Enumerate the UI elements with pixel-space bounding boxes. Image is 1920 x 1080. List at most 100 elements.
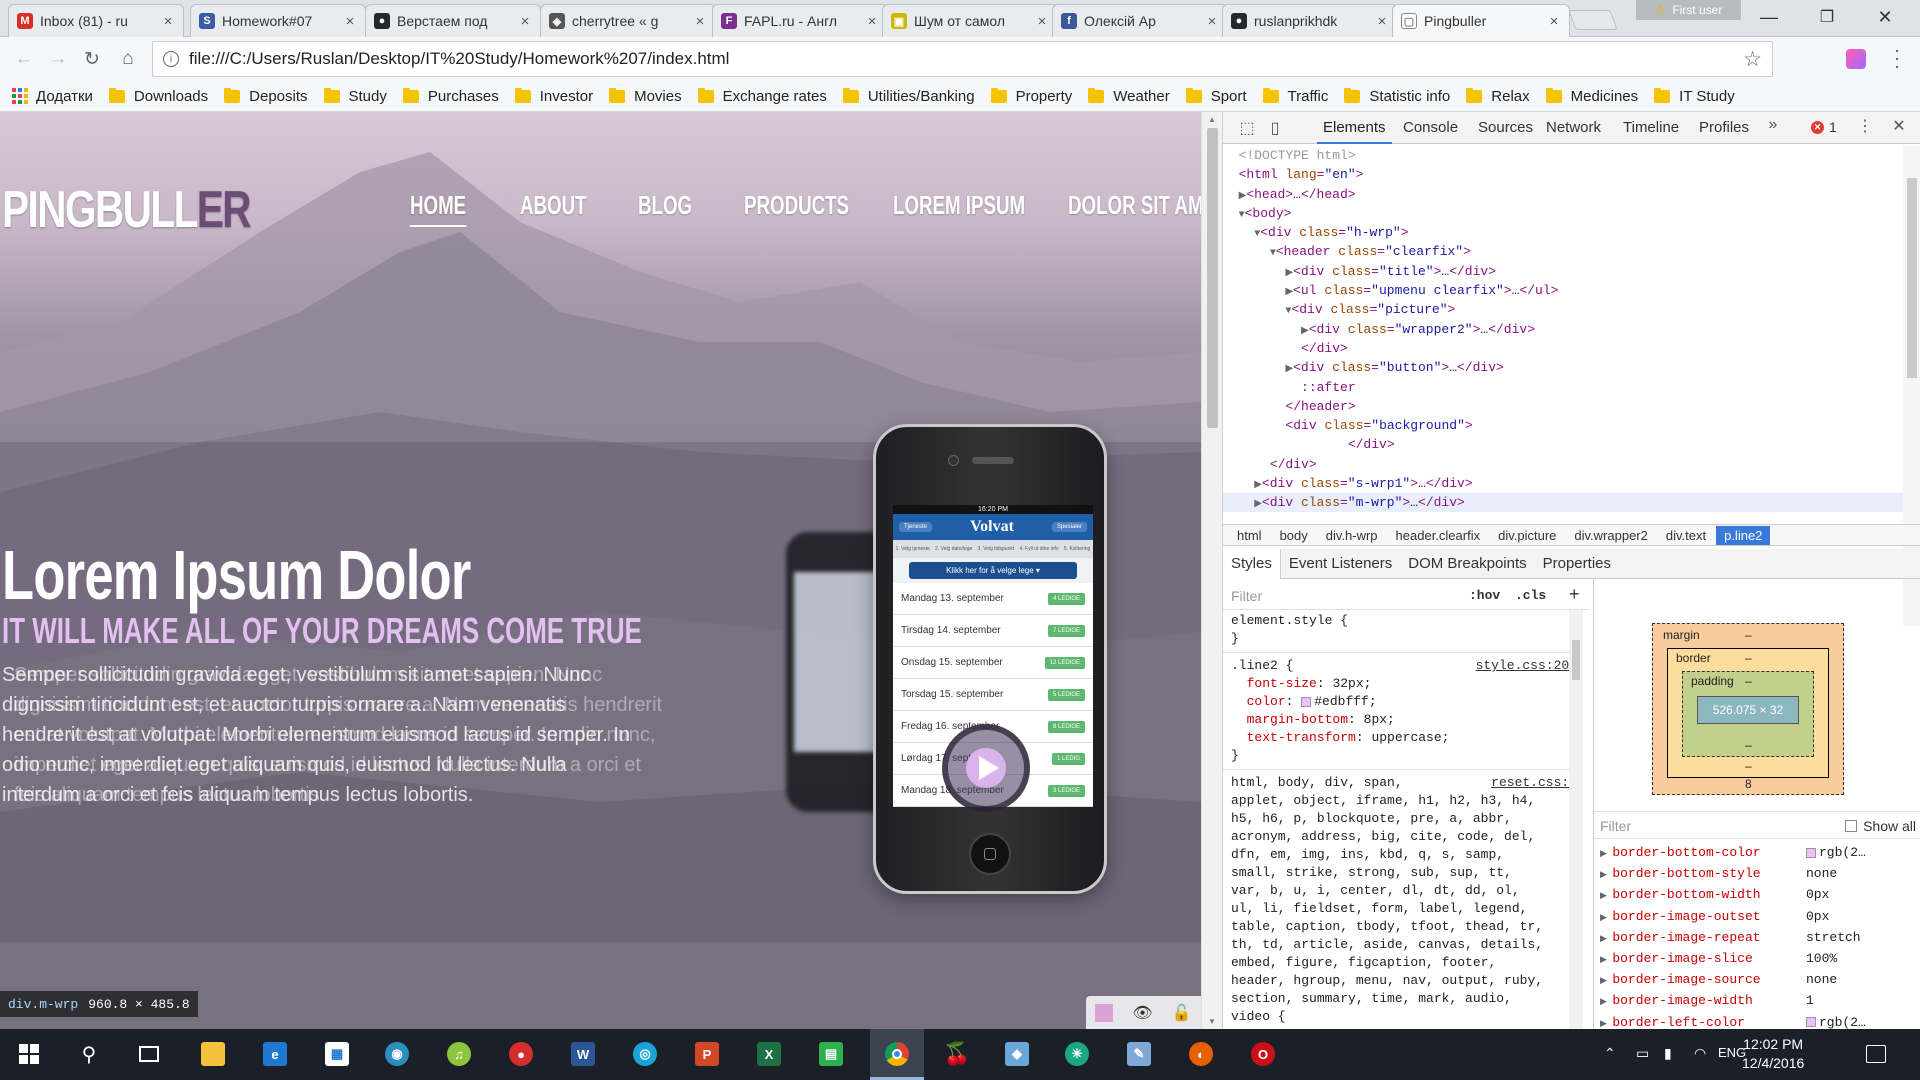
css-declaration[interactable]: color: #edbfff; bbox=[1231, 693, 1583, 711]
word-icon[interactable]: W bbox=[566, 1037, 600, 1071]
error-counter[interactable]: ✕ 1 bbox=[1811, 119, 1837, 135]
tab-close-icon[interactable]: × bbox=[343, 13, 357, 30]
minimize-button[interactable]: — bbox=[1746, 4, 1792, 30]
browser-tab[interactable]: ● Верстаем под × bbox=[365, 4, 541, 37]
devtools-tab-timeline[interactable]: Timeline bbox=[1623, 119, 1679, 136]
app-icon-atom[interactable]: ✳ bbox=[1060, 1037, 1094, 1071]
nav-blog[interactable]: BLOG bbox=[638, 190, 692, 221]
computed-property[interactable]: border-image-outset0px bbox=[1594, 907, 1920, 928]
bookmark-folder[interactable]: IT Study bbox=[1654, 87, 1735, 105]
reset-rule-selector[interactable]: html, body, div, span, applet, object, i… bbox=[1231, 774, 1583, 1026]
browser-menu-icon[interactable]: · · · bbox=[1892, 41, 1902, 75]
computed-property[interactable]: border-bottom-stylenone bbox=[1594, 864, 1920, 885]
profile-badge[interactable]: ⚠ First user bbox=[1636, 0, 1741, 20]
address-bar[interactable]: i file:///C:/Users/Ruslan/Desktop/IT%20S… bbox=[152, 41, 1773, 77]
bookmark-folder[interactable]: Sport bbox=[1185, 87, 1247, 105]
task-view-icon[interactable] bbox=[132, 1037, 166, 1071]
extension-icon[interactable] bbox=[1846, 49, 1866, 69]
inspect-element-icon[interactable]: ⬚ bbox=[1237, 118, 1257, 138]
dom-node[interactable]: ▼<header class="clearfix"> bbox=[1223, 242, 1903, 261]
css-declaration[interactable]: margin-bottom: 8px; bbox=[1231, 711, 1583, 729]
tab-close-icon[interactable]: × bbox=[518, 13, 532, 30]
browser-tab[interactable]: ▢ Pingbuller × bbox=[1392, 4, 1570, 37]
notification-center-icon[interactable] bbox=[1866, 1045, 1886, 1063]
dom-node[interactable]: ▶<ul class="upmenu clearfix">…</ul> bbox=[1223, 281, 1903, 300]
bookmark-folder[interactable]: Statistic info bbox=[1344, 87, 1450, 105]
tab-close-icon[interactable]: × bbox=[1375, 13, 1389, 30]
eye-icon[interactable]: 👁 bbox=[1132, 1003, 1152, 1023]
rule-selector[interactable]: .line2 { bbox=[1231, 658, 1293, 673]
styles-scrollbar[interactable] bbox=[1569, 610, 1583, 1029]
styles-subtab[interactable]: Styles bbox=[1223, 548, 1281, 579]
breadcrumb-item[interactable]: body bbox=[1272, 526, 1316, 545]
devtools-tab-profiles[interactable]: Profiles bbox=[1699, 119, 1749, 136]
cherrytree-icon[interactable]: 🍒 bbox=[940, 1037, 974, 1071]
chrome-icon[interactable] bbox=[880, 1037, 914, 1071]
itunes-icon[interactable]: ♫ bbox=[442, 1037, 476, 1071]
dom-node[interactable]: ::after bbox=[1223, 378, 1903, 397]
virtualbox-icon[interactable]: ◆ bbox=[1000, 1037, 1034, 1071]
computed-property[interactable]: border-image-width1 bbox=[1594, 991, 1920, 1012]
bookmark-apps[interactable]: Додатки bbox=[12, 88, 93, 105]
styles-subtab[interactable]: DOM Breakpoints bbox=[1400, 549, 1534, 579]
hover-state-toggle[interactable]: :hov bbox=[1469, 588, 1500, 603]
dom-node[interactable]: </header> bbox=[1223, 397, 1903, 416]
dom-node[interactable]: </div> bbox=[1223, 455, 1903, 474]
nav-about[interactable]: ABOUT bbox=[520, 190, 587, 221]
page-scrollbar[interactable]: ▲ ▼ bbox=[1201, 112, 1222, 1029]
close-window-button[interactable]: ✕ bbox=[1862, 4, 1908, 30]
tab-close-icon[interactable]: × bbox=[1205, 13, 1219, 30]
checkbox-icon[interactable] bbox=[1845, 820, 1858, 832]
tray-battery-icon[interactable]: ▮ bbox=[1664, 1045, 1672, 1062]
more-tabs-icon[interactable]: » bbox=[1763, 116, 1783, 136]
nav-home[interactable]: HOME bbox=[410, 190, 467, 227]
dom-node[interactable]: </div> bbox=[1223, 435, 1903, 454]
dom-node[interactable]: ▶<div class="button">…</div> bbox=[1223, 358, 1903, 377]
computed-property[interactable]: border-image-repeatstretch bbox=[1594, 928, 1920, 949]
computed-property[interactable]: border-bottom-width0px bbox=[1594, 885, 1920, 906]
bookmark-folder[interactable]: Deposits bbox=[224, 87, 308, 105]
browser-tab[interactable]: F FAPL.ru - Англ × bbox=[712, 4, 888, 37]
dom-node[interactable]: ▼<div class="picture"> bbox=[1223, 300, 1903, 319]
store-icon[interactable]: ▦ bbox=[320, 1037, 354, 1071]
computed-property[interactable]: border-image-sourcenone bbox=[1594, 970, 1920, 991]
box-content-size[interactable]: 526.075 × 32 bbox=[1697, 696, 1799, 724]
bookmark-folder[interactable]: Movies bbox=[609, 87, 682, 105]
bookmark-folder[interactable]: Traffic bbox=[1262, 87, 1328, 105]
paint-icon[interactable]: ✎ bbox=[1122, 1037, 1156, 1071]
bookmark-folder[interactable]: Exchange rates bbox=[697, 87, 827, 105]
powerpoint-icon[interactable]: P bbox=[690, 1037, 724, 1071]
video-play-button[interactable] bbox=[942, 724, 1030, 812]
edge-icon[interactable]: e bbox=[258, 1037, 292, 1071]
class-toggle[interactable]: .cls bbox=[1515, 588, 1546, 603]
bookmark-folder[interactable]: Purchases bbox=[402, 87, 499, 105]
dom-node[interactable]: ▶<head>…</head> bbox=[1223, 185, 1903, 204]
css-declaration[interactable]: font-size: 32px; bbox=[1231, 675, 1583, 693]
devtools-tab-console[interactable]: Console bbox=[1403, 119, 1458, 136]
bookmark-folder[interactable]: Property bbox=[990, 87, 1072, 105]
computed-property[interactable]: border-image-slice100% bbox=[1594, 949, 1920, 970]
devtools-tab-elements[interactable]: Elements bbox=[1317, 119, 1392, 144]
tab-close-icon[interactable]: × bbox=[865, 13, 879, 30]
dom-node[interactable]: ▼<div class="h-wrp"> bbox=[1223, 223, 1903, 242]
computed-property[interactable]: border-bottom-colorrgb(2… bbox=[1594, 843, 1920, 864]
opera-icon[interactable]: O bbox=[1246, 1037, 1280, 1071]
breadcrumb-item[interactable]: html bbox=[1229, 526, 1270, 545]
css-declaration[interactable]: text-transform: uppercase; bbox=[1231, 729, 1583, 747]
nav-products[interactable]: PRODUCTS bbox=[744, 190, 849, 221]
bookmark-folder[interactable]: Investor bbox=[514, 87, 593, 105]
browser-tab[interactable]: S Homework#07 × bbox=[190, 4, 366, 37]
bookmark-folder[interactable]: Study bbox=[323, 87, 387, 105]
dom-node[interactable]: <html lang="en"> bbox=[1223, 165, 1903, 184]
tab-close-icon[interactable]: × bbox=[1547, 13, 1561, 30]
breadcrumb-item[interactable]: p.line2 bbox=[1716, 525, 1771, 545]
dom-node-selected[interactable]: ▶<div class="m-wrp">…</div> bbox=[1223, 493, 1903, 512]
bookmark-folder[interactable]: Relax bbox=[1466, 87, 1530, 105]
nav-dolor-sit-amet[interactable]: DOLOR SIT AMET bbox=[1068, 190, 1201, 221]
home-icon[interactable]: ⌂ bbox=[116, 47, 140, 71]
color-swatch[interactable] bbox=[1301, 696, 1312, 707]
maximize-button[interactable]: ❐ bbox=[1804, 4, 1850, 30]
devtools-tab-sources[interactable]: Sources bbox=[1478, 119, 1533, 136]
dom-node[interactable]: </div> bbox=[1223, 339, 1903, 358]
bookmark-folder[interactable]: Weather bbox=[1088, 87, 1170, 105]
